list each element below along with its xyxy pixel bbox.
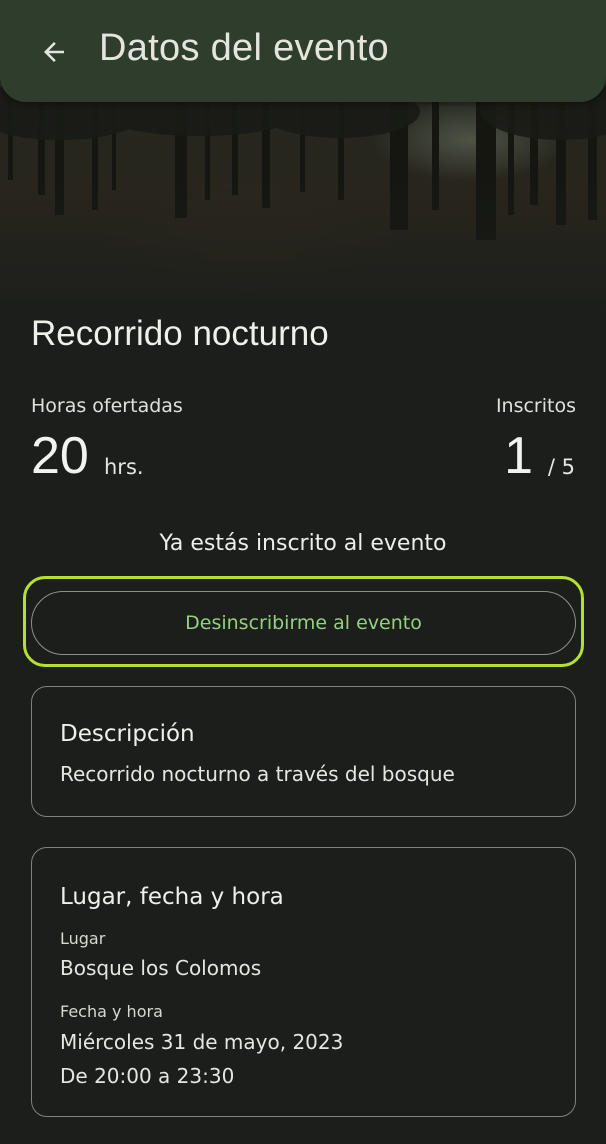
- enrolled-count: 1: [504, 427, 533, 485]
- place-label: Lugar: [60, 929, 106, 948]
- hours-offered-value: 20: [31, 427, 89, 485]
- back-button[interactable]: [28, 26, 80, 78]
- top-app-bar: Datos del evento: [0, 0, 606, 102]
- enrolled-capacity: / 5: [547, 455, 575, 479]
- arrow-left-icon: [44, 42, 64, 62]
- datetime-label: Fecha y hora: [60, 1002, 163, 1021]
- event-title: Recorrido nocturno: [31, 314, 329, 353]
- enrollment-status-message: Ya estás inscrito al evento: [159, 531, 447, 556]
- description-heading: Descripción: [60, 721, 195, 747]
- screen-title: Datos del evento: [99, 27, 389, 69]
- place-date-time-card: Lugar, fecha y hora Lugar Bosque los Col…: [31, 847, 576, 1117]
- description-text: Recorrido nocturno a través del bosque: [60, 762, 455, 786]
- description-card: Descripción Recorrido nocturno a través …: [31, 686, 576, 817]
- hours-offered-label: Horas ofertadas: [31, 395, 183, 417]
- place-date-time-heading: Lugar, fecha y hora: [60, 884, 284, 910]
- date-value: Miércoles 31 de mayo, 2023: [60, 1030, 344, 1054]
- enrolled-label: Inscritos: [495, 395, 576, 417]
- hours-unit: hrs.: [104, 455, 144, 479]
- place-value: Bosque los Colomos: [60, 956, 262, 980]
- event-details-screen: Datos del evento Recorrido nocturno Hora…: [0, 0, 606, 1144]
- time-value: De 20:00 a 23:30: [60, 1064, 235, 1088]
- unsubscribe-button[interactable]: Desinscribirme al evento: [31, 591, 576, 655]
